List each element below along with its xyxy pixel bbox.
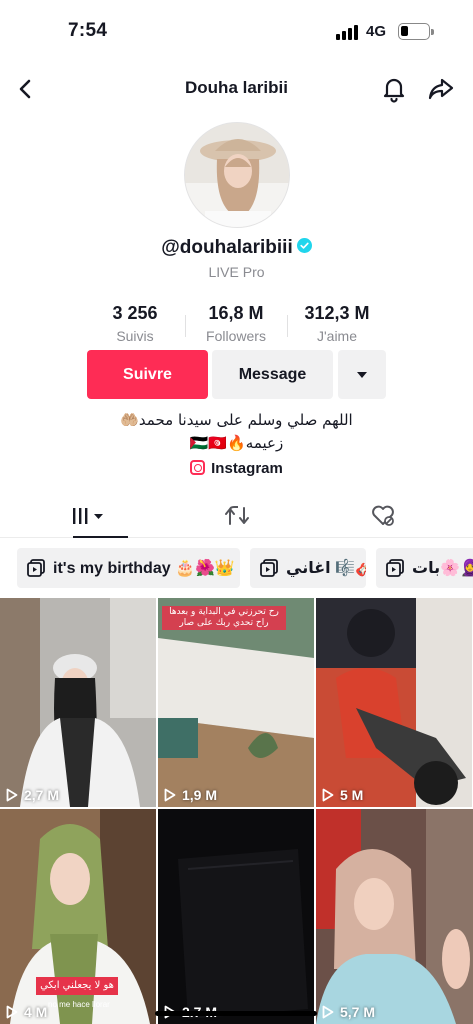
- view-count-value: 5,7 M: [340, 1004, 376, 1020]
- bio-line: زعيمه🔥🇵🇸🇹🇳: [189, 434, 284, 452]
- video-thumbnail[interactable]: 2,7 M: [0, 598, 156, 807]
- avatar-image: [185, 123, 289, 227]
- follow-button[interactable]: Suivre: [87, 350, 208, 399]
- share-icon[interactable]: [426, 74, 456, 104]
- caret-down-icon: [357, 371, 367, 378]
- playlist-icon: [260, 559, 278, 577]
- video-thumbnail[interactable]: 2.7 M: [158, 809, 314, 1024]
- content-tabs: [0, 495, 473, 538]
- play-icon: [6, 1005, 18, 1019]
- stat-likes: 312,3 M J'aime: [277, 303, 397, 344]
- username-row: @douhalaribiii: [0, 237, 473, 259]
- video-image: [316, 809, 473, 1024]
- play-icon: [322, 1005, 334, 1019]
- playlist-label: اغاني 🎼🎸: [286, 560, 366, 577]
- instagram-label: Instagram: [211, 460, 283, 477]
- status-bar: 7:54 4G: [0, 0, 473, 62]
- play-icon: [164, 788, 176, 802]
- video-grid-icon: [73, 508, 103, 524]
- more-options-button[interactable]: [338, 350, 386, 399]
- video-image: [316, 598, 472, 807]
- tab-videos[interactable]: [11, 495, 169, 538]
- username: @douhalaribiii: [161, 237, 293, 258]
- profile-stats: 3 256 Suivis 16,8 M Followers 312,3 M J'…: [0, 303, 473, 345]
- video-image: [158, 598, 314, 807]
- view-count-value: 2,7 M: [24, 787, 60, 803]
- playlist-chip[interactable]: اغاني 🎼🎸: [250, 548, 366, 588]
- playlist-icon: [386, 559, 404, 577]
- view-count-value: 1,9 M: [182, 787, 218, 803]
- video-thumbnail[interactable]: 5 M: [316, 598, 472, 807]
- profile-header: Douha laribii: [0, 70, 473, 110]
- battery-icon: [398, 23, 434, 40]
- instagram-link[interactable]: Instagram: [0, 459, 473, 477]
- view-count: 5,7 M: [322, 1004, 375, 1020]
- view-count: 4 M: [6, 1004, 47, 1020]
- play-icon: [6, 788, 18, 802]
- view-count: 1,9 M: [164, 787, 217, 803]
- tab-reposts[interactable]: [158, 495, 316, 537]
- playlist-row: it's my birthday 🎂🌺👑 اغاني 🎼🎸 بات🌸🧕: [17, 548, 473, 588]
- video-caption-sticker: رح تحرزني في البداية و بعدها راح تحدي رب…: [169, 607, 279, 628]
- video-image: [0, 598, 156, 807]
- bio-line: اللهم صلي وسلم على سيدنا محمد🤲🏼: [120, 411, 353, 429]
- view-count: 2,7 M: [6, 787, 59, 803]
- status-time: 7:54: [68, 20, 108, 41]
- video-thumbnail[interactable]: هو لا يجعلني ابكي no me hace llorar 4 M: [0, 809, 156, 1024]
- view-count: 5 M: [322, 787, 363, 803]
- message-button[interactable]: Message: [212, 350, 333, 399]
- video-caption-subtitle: no me hace llorar: [48, 1000, 110, 1009]
- view-count-value: 4 M: [24, 1004, 48, 1020]
- playlist-chip[interactable]: it's my birthday 🎂🌺👑: [17, 548, 240, 588]
- playlist-label: it's my birthday 🎂🌺👑: [53, 560, 235, 577]
- live-pro-badge: LIVE Pro: [208, 264, 265, 280]
- video-thumbnail[interactable]: رح تحرزني في البداية و بعدها راح تحدي رب…: [158, 598, 314, 807]
- repost-icon: [225, 506, 249, 525]
- video-grid: 2,7 M رح تحرزني في البداية و بعدها راح ت…: [0, 598, 473, 1024]
- playlist-icon: [27, 559, 45, 577]
- playlist-chip[interactable]: بات🌸🧕: [376, 548, 473, 588]
- avatar[interactable]: [184, 122, 290, 228]
- stat-likes-value: 312,3 M: [304, 303, 370, 323]
- liked-hidden-icon: [372, 505, 394, 526]
- video-thumbnail[interactable]: 5,7 M: [316, 809, 473, 1024]
- verified-badge-icon: [296, 238, 312, 254]
- video-image: [158, 809, 314, 1024]
- video-caption-sticker: هو لا يجعلني ابكي: [40, 980, 114, 991]
- signal-icon: [336, 24, 360, 40]
- network-label: 4G: [366, 23, 387, 40]
- stat-likes-label: J'aime: [316, 328, 358, 344]
- home-indicator[interactable]: [155, 1011, 317, 1016]
- bell-icon[interactable]: [379, 74, 409, 104]
- view-count-value: 5 M: [340, 787, 364, 803]
- playlist-label: بات🌸🧕: [412, 560, 473, 577]
- instagram-icon: [190, 459, 206, 475]
- play-icon: [322, 788, 334, 802]
- tab-liked[interactable]: [304, 495, 462, 537]
